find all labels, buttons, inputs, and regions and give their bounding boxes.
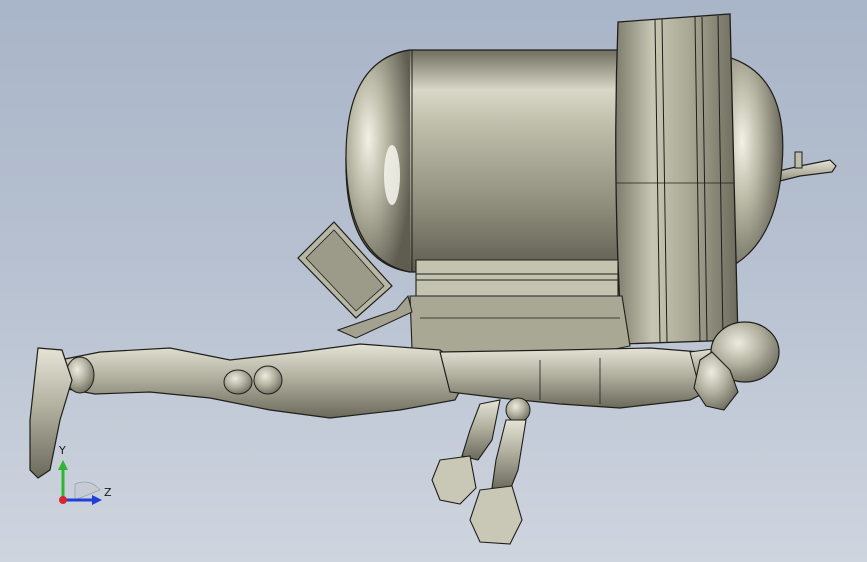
3d-viewport[interactable]: Y Z <box>0 0 867 562</box>
triad-y-label: Y <box>59 444 66 457</box>
orientation-triad <box>58 460 102 505</box>
tank-end-cap-ring[interactable] <box>615 13 739 345</box>
tank-base-bracket[interactable] <box>409 259 631 363</box>
triad-z-label: Z <box>104 486 112 499</box>
mannequin-figure[interactable] <box>29 321 780 545</box>
jetpack-tank[interactable] <box>345 49 656 273</box>
cad-model[interactable] <box>0 0 867 562</box>
